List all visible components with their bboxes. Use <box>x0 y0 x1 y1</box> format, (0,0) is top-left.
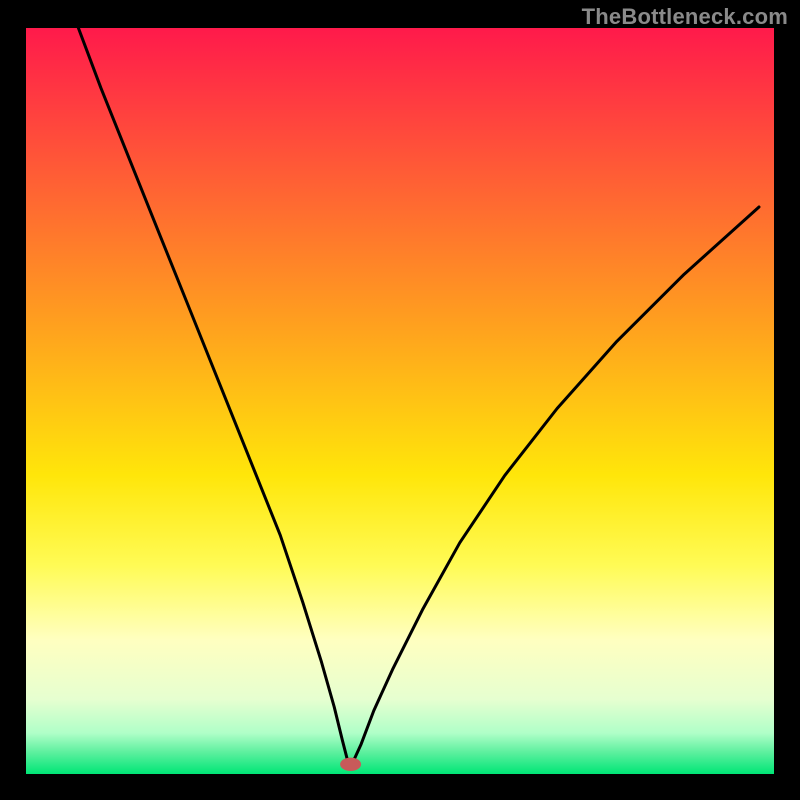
chart-frame: { "watermark": "TheBottleneck.com", "cha… <box>0 0 800 800</box>
plot-background <box>26 28 774 774</box>
optimum-marker <box>340 758 361 771</box>
bottleneck-chart <box>0 0 800 800</box>
